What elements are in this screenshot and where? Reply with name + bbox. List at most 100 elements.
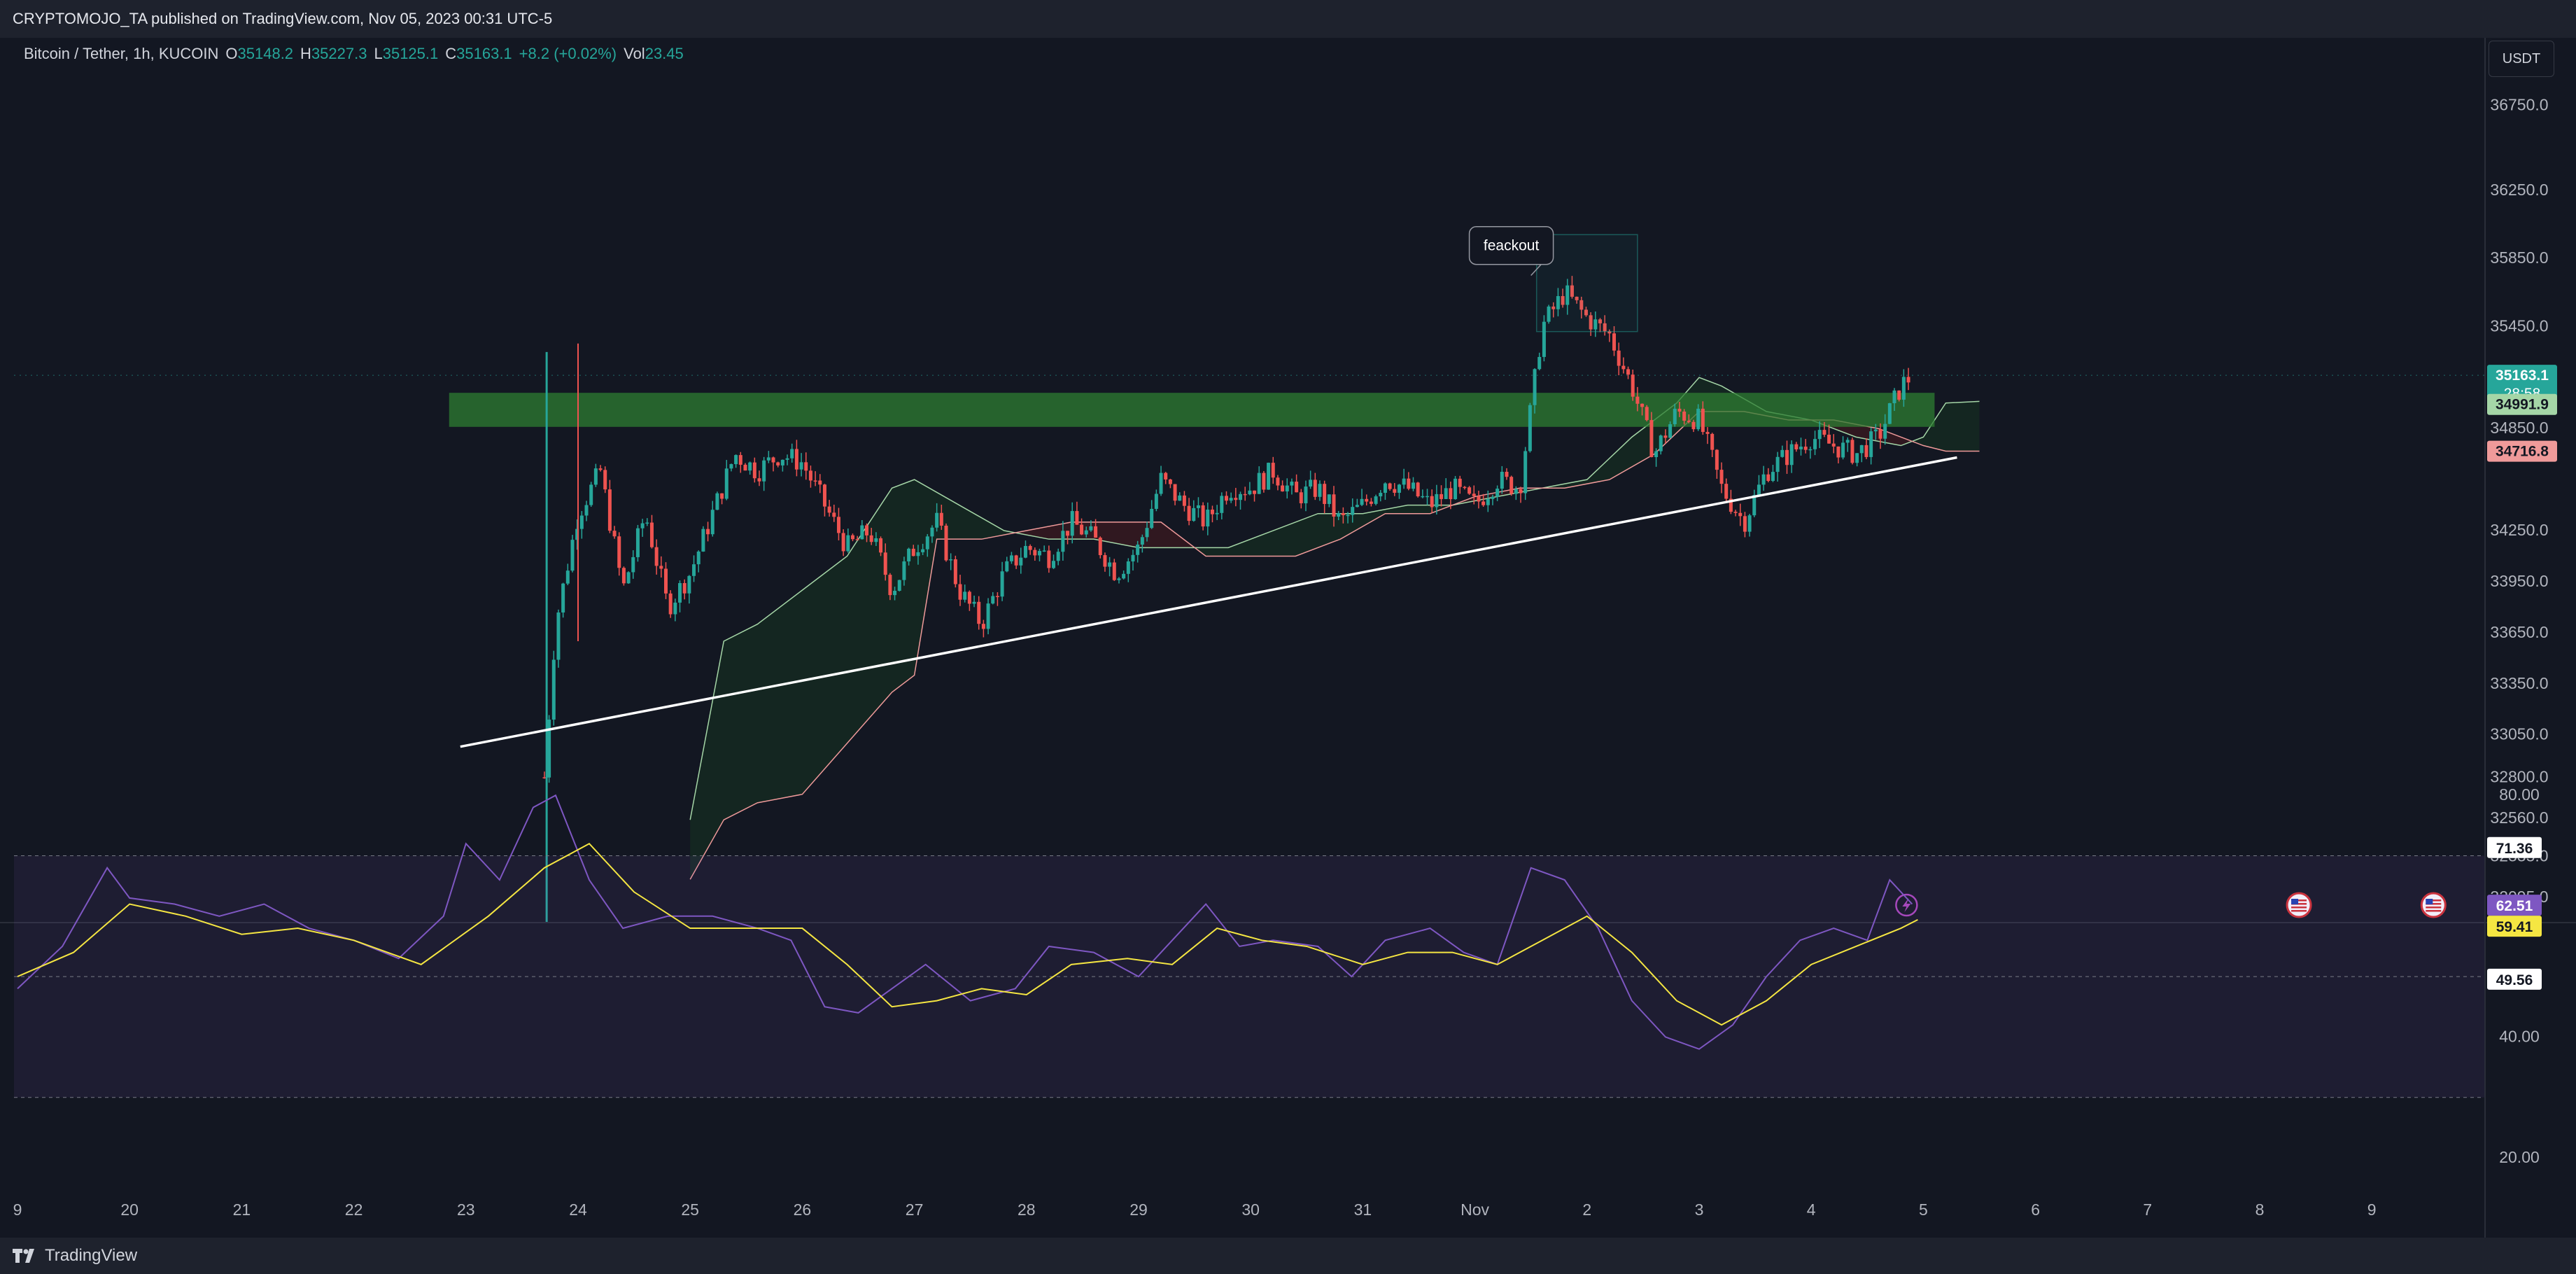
candle-body — [738, 455, 742, 465]
symbol-name[interactable]: Bitcoin / Tether, 1h, KUCOIN — [24, 45, 218, 63]
candle-body — [1808, 449, 1813, 451]
candle-body — [1346, 514, 1350, 517]
candle-body — [1019, 557, 1023, 566]
bearish-cloud — [1017, 522, 1197, 550]
candle-body — [1327, 494, 1331, 504]
trendline — [460, 456, 1957, 748]
candle-body — [1178, 495, 1182, 501]
candle-body — [678, 582, 682, 603]
candle-body — [762, 460, 766, 482]
candle-body — [1281, 485, 1285, 492]
candle-body — [930, 527, 934, 537]
candle-body — [1495, 489, 1500, 497]
candle-body — [1262, 472, 1266, 490]
candle-body — [1023, 545, 1027, 558]
time-axis-tick: 23 — [457, 1200, 475, 1219]
time-axis-tick: 7 — [2143, 1200, 2152, 1219]
candle-body — [715, 493, 719, 510]
candle-body — [734, 455, 738, 465]
time-axis-tick: 8 — [2255, 1200, 2265, 1219]
candle-body — [565, 570, 570, 584]
candle-body — [1393, 489, 1397, 493]
candle-body — [1117, 578, 1121, 580]
candle-body — [1075, 511, 1079, 525]
time-axis-tick: 3 — [1695, 1200, 1704, 1219]
price-axis-tick: 34850.0 — [2490, 419, 2548, 437]
candle-body — [649, 522, 654, 547]
time-axis-tick: 28 — [1018, 1200, 1036, 1219]
price-axis-tick: 35850.0 — [2490, 248, 2548, 267]
chart-canvas[interactable]: feackout36750.036250.035850.035450.03485… — [0, 38, 2576, 1238]
open-value: 35148.2 — [237, 45, 294, 62]
candle-body — [1864, 444, 1868, 457]
candle-body — [1052, 561, 1056, 568]
candle-body — [1388, 483, 1392, 489]
candle-body — [1491, 496, 1495, 499]
currency-button[interactable]: USDT — [2489, 41, 2554, 77]
candle-body — [1426, 496, 1430, 498]
candle-body — [720, 493, 724, 499]
bullish-cloud — [1197, 504, 1455, 556]
candle-body — [804, 462, 808, 471]
candle-body — [925, 536, 929, 550]
price-axis-tick: 33350.0 — [2490, 674, 2548, 692]
candle-body — [977, 601, 981, 624]
candle-body — [813, 480, 817, 482]
candle-body — [776, 462, 780, 465]
time-axis-tick: 5 — [1919, 1200, 1928, 1219]
brand-name: TradingView — [45, 1246, 138, 1265]
candle-body — [1271, 463, 1275, 478]
rsi-axis-tick: 20.00 — [2499, 1148, 2540, 1166]
candle-body — [673, 602, 677, 615]
candle-body — [1159, 472, 1163, 494]
candle-body — [1098, 538, 1102, 556]
close-value: 35163.1 — [456, 45, 512, 62]
candle-body — [1089, 526, 1093, 531]
tradingview-logo[interactable]: TradingView — [13, 1246, 137, 1266]
candle-body — [1537, 356, 1542, 370]
low-value: 35125.1 — [382, 45, 439, 62]
candle-body — [1677, 408, 1682, 412]
candle-body — [986, 603, 990, 629]
candle-body — [1817, 430, 1822, 440]
candle-body — [794, 449, 798, 470]
candle-body — [1612, 333, 1617, 351]
candle-body — [1206, 510, 1210, 527]
candle-body — [944, 525, 948, 561]
price-axis-tick: 35450.0 — [2490, 316, 2548, 335]
candle-body — [1103, 555, 1107, 567]
candle-body — [1789, 444, 1794, 465]
candle-body — [1803, 447, 1808, 450]
candle-body — [1481, 501, 1486, 505]
candle-body — [1771, 472, 1775, 482]
candle-body — [617, 536, 621, 568]
close-key: C — [445, 45, 457, 62]
candle-body — [1313, 479, 1317, 497]
resistance-zone — [449, 393, 1935, 427]
candle-body — [799, 462, 803, 470]
candle-body — [631, 556, 635, 573]
candle-body — [584, 505, 589, 516]
candle-body — [682, 582, 687, 594]
candle-body — [1747, 515, 1752, 532]
candle-body — [1355, 505, 1359, 507]
candle-body — [1407, 478, 1411, 489]
candle-body — [1449, 488, 1453, 500]
candle-body — [1887, 403, 1892, 424]
candle-body — [771, 457, 775, 463]
candle-body — [1719, 470, 1724, 484]
candle-body — [1440, 493, 1444, 499]
candle-body — [556, 612, 561, 660]
candle-body — [1168, 479, 1172, 484]
time-axis-tick: 4 — [1807, 1200, 1816, 1219]
candle-body — [1631, 374, 1635, 397]
candle-body — [1042, 550, 1046, 552]
candle-body — [1122, 573, 1126, 579]
candle-body — [1640, 403, 1645, 407]
candle-body — [1827, 435, 1831, 444]
time-axis-tick: 6 — [2031, 1200, 2040, 1219]
symbol-legend: Bitcoin / Tether, 1h, KUCOIN O35148.2 H3… — [24, 45, 684, 63]
time-axis-tick: 30 — [1241, 1200, 1260, 1219]
candle-body — [1654, 451, 1659, 458]
chart-area[interactable]: feackout 36750.0 36250.0 35850.0 35450.0 3485… — [0, 38, 2576, 1238]
